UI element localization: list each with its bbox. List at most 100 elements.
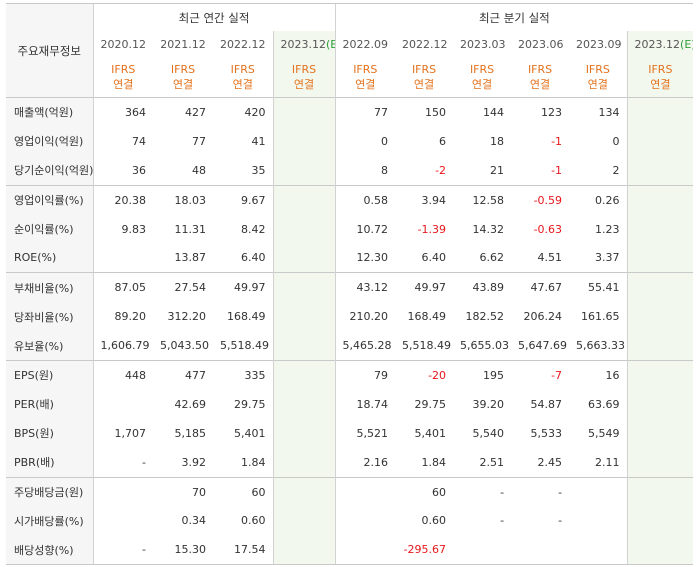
value-cell: 5,185 (174, 426, 207, 440)
value-cell: 13.87 (174, 251, 207, 265)
value-cell (272, 96, 336, 127)
value-cell (334, 506, 396, 536)
period-label: 2023.12 (280, 37, 327, 51)
value-cell: 18.74 (334, 389, 396, 419)
value-cell: 161.65 (581, 310, 620, 324)
value-cell: 206.24 (523, 310, 563, 324)
standard-name: IFRS (648, 63, 673, 76)
value-cell: - (500, 514, 505, 528)
value-cell: 3.92 (181, 455, 207, 469)
value-cell: 42.69 (174, 397, 207, 411)
value-cell (626, 184, 694, 215)
standard-name: IFRS (111, 63, 136, 76)
value-cell: 5,549 (588, 426, 620, 440)
period-header-quarterly-2023-12: 2023.12(E) (626, 31, 694, 57)
row-label: PBR(배) (6, 447, 93, 478)
value-cell (272, 535, 336, 566)
value-cell: 18 (490, 134, 505, 148)
table-row: 영업이익(억원) 74 77 41 0 6 18 -1 0 (6, 126, 694, 156)
table-row: 영업이익률(%) 20.38 18.03 9.67 0.58 3.94 12.58 -0.59… (6, 184, 694, 215)
value-cell (334, 535, 396, 566)
value-cell: 134 (569, 96, 628, 127)
value-cell: 6.40 (241, 251, 266, 265)
value-cell: 8 (334, 155, 396, 186)
value-cell: -20 (395, 360, 454, 390)
period-header-annual-2021-12: 2021.12 (153, 31, 213, 57)
accounting-standard-cell: IFRS 연결 (626, 57, 694, 98)
value-cell: -1.39 (417, 222, 447, 236)
accounting-standard-row: IFRS 연결 IFRS 연결 IFRS 연결 IFRS 연결 IFRS 연결 IFRS 연결 IFRS… (6, 57, 694, 98)
table-row: 당기순이익(억원) 36 48 35 8 -2 21 -1 2 (6, 155, 694, 186)
value-cell (92, 476, 153, 507)
value-cell: 36 (92, 155, 153, 186)
value-cell (272, 126, 336, 156)
value-cell: 6 (439, 134, 447, 148)
standard-scope: 연결 (232, 78, 253, 91)
period-label: 2021.12 (160, 37, 206, 51)
row-label: BPS(원) (6, 418, 93, 448)
value-cell: 5,465.28 (334, 331, 396, 361)
period-label: 2022.09 (342, 37, 389, 51)
value-cell: 29.75 (234, 397, 266, 411)
value-cell (272, 476, 336, 507)
row-label: 주당배당금(원) (6, 476, 93, 507)
value-cell: 1,707 (92, 418, 153, 448)
corner-header: 주요재무정보 (6, 3, 93, 98)
value-cell (626, 243, 694, 273)
table-row: EPS(원) 448 477 335 79 -20 195 -7 16 (6, 360, 694, 390)
row-label: EPS(원) (6, 360, 93, 390)
value-cell (626, 272, 694, 303)
value-cell: 0 (612, 134, 620, 148)
value-cell: 5,647.69 (518, 339, 568, 353)
period-label: 2023.09 (576, 37, 622, 51)
value-cell: 41 (251, 134, 266, 148)
value-cell (626, 302, 694, 332)
standard-scope: 연결 (529, 78, 551, 91)
standard-scope: 연결 (172, 78, 194, 91)
value-cell: 74 (92, 126, 153, 156)
standard-scope: 연결 (293, 78, 315, 91)
value-cell: - (92, 535, 153, 566)
value-cell: 77 (334, 96, 396, 127)
value-cell (626, 360, 694, 390)
period-header-quarterly-2023-03: 2023.03 (453, 31, 511, 57)
value-cell: 427 (153, 96, 213, 127)
value-cell: 448 (92, 360, 153, 390)
value-cell: 364 (92, 96, 153, 127)
value-cell: -1 (551, 163, 563, 177)
table-row: 유보율(%) 1,606.79 5,043.50 5,518.49 5,465.28 5,… (6, 331, 694, 361)
value-cell: 1,606.79 (92, 331, 153, 361)
value-cell: 87.05 (92, 272, 153, 303)
period-label: 2023.03 (460, 37, 506, 51)
value-cell: 335 (213, 360, 273, 390)
value-cell: 70 (153, 476, 213, 507)
standard-name: IFRS (353, 63, 378, 76)
table-row: PER(배) 42.69 29.75 18.74 29.75 39.20 54.87 63.6… (6, 389, 694, 419)
standard-scope: 연결 (587, 78, 608, 91)
table-row: BPS(원) 1,707 5,185 5,401 5,521 5,401 5,540 5,53… (6, 418, 694, 448)
value-cell: 27.54 (153, 272, 213, 303)
standard-scope: 연결 (413, 78, 435, 91)
value-cell (272, 389, 336, 419)
value-cell: 2.51 (479, 455, 505, 469)
row-label: 영업이익(억원) (6, 126, 93, 156)
value-cell: 3.37 (595, 251, 620, 265)
accounting-standard-cell: IFRS 연결 (395, 57, 453, 98)
value-cell: 144 (453, 96, 512, 127)
value-cell: 5,518.49 (220, 339, 269, 353)
value-cell: 77 (192, 134, 206, 148)
period-label: 2023.06 (518, 37, 564, 51)
value-cell: 18.03 (153, 184, 213, 215)
value-cell: 14.32 (472, 222, 505, 236)
table-row: 순이익률(%) 9.83 11.31 8.42 10.72 -1.39 14.32 -0.63… (6, 214, 694, 244)
period-label: 2020.12 (100, 37, 147, 51)
value-cell: 5,663.33 (576, 339, 626, 353)
standard-scope: 연결 (355, 78, 376, 91)
value-cell: 29.75 (414, 397, 447, 411)
value-cell: 0.60 (421, 514, 447, 528)
value-cell (272, 243, 336, 273)
accounting-standard-cell: IFRS 연결 (334, 57, 396, 98)
value-cell (272, 155, 336, 186)
value-cell: 47.67 (511, 272, 570, 303)
value-cell: 5,518.49 (402, 339, 452, 353)
